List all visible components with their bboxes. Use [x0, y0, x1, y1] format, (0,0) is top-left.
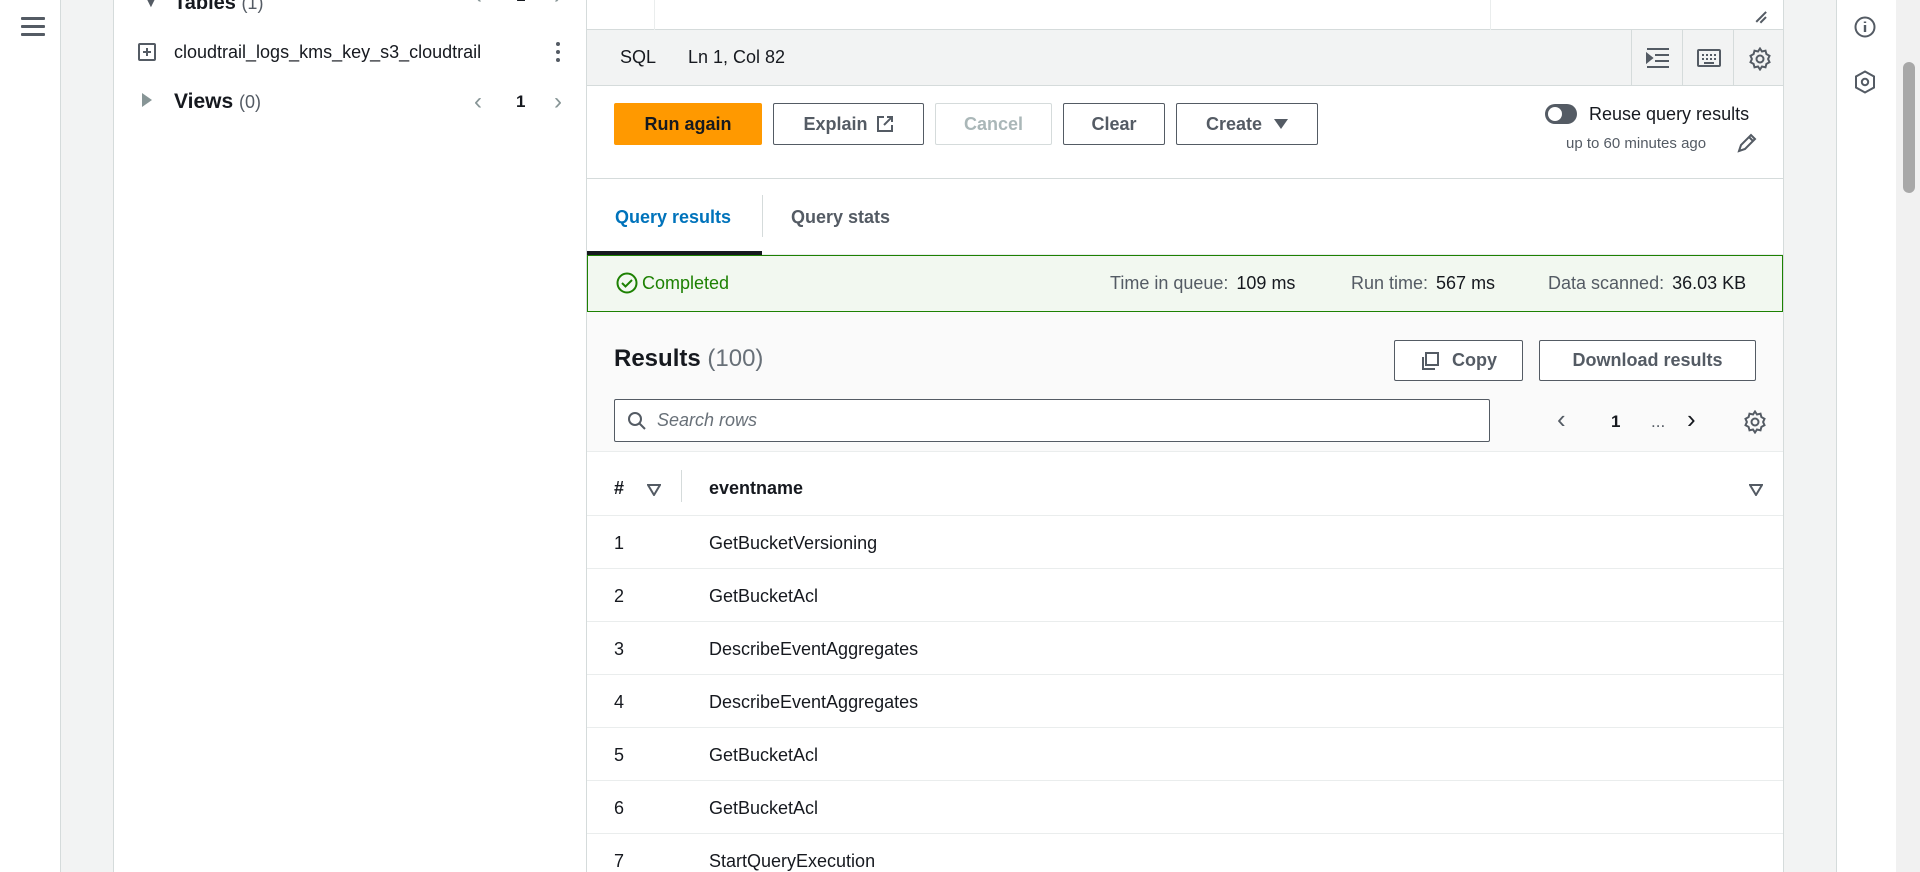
chevron-right-icon[interactable]: › — [1687, 404, 1696, 435]
table-row[interactable]: 3 DescribeEventAggregates — [587, 622, 1783, 675]
views-count: (0) — [239, 92, 261, 112]
table-header: # eventname — [587, 452, 1783, 516]
table-row[interactable]: 7 StartQueryExecution — [587, 834, 1783, 872]
layout-gutter — [61, 0, 114, 872]
format-query-icon[interactable] — [1631, 30, 1681, 86]
search-rows-field[interactable] — [614, 399, 1490, 442]
edit-pencil-icon[interactable] — [1737, 133, 1757, 153]
table-preferences-gear-icon[interactable] — [1743, 410, 1767, 434]
search-icon — [628, 412, 646, 430]
tab-query-stats[interactable]: Query stats — [791, 207, 890, 228]
sort-caret-icon[interactable] — [647, 484, 661, 496]
results-pagination: ‹ 1 ... › — [1557, 404, 1767, 440]
sort-caret-icon[interactable] — [1749, 484, 1763, 496]
hexagon-icon[interactable] — [1854, 70, 1876, 94]
results-tabs: Query results Query stats — [587, 179, 1783, 255]
caret-down-icon — [1274, 119, 1289, 129]
chevron-left-icon[interactable]: ‹ — [474, 88, 482, 116]
page-number[interactable]: 1 — [1611, 412, 1620, 432]
editor-language: SQL — [620, 47, 657, 67]
explain-label: Explain — [803, 113, 868, 134]
page-scrollbar[interactable] — [1896, 0, 1920, 872]
utility-strip — [1836, 0, 1896, 872]
hamburger-icon[interactable] — [21, 17, 45, 37]
column-header-eventname[interactable]: eventname — [709, 478, 803, 499]
results-count: (100) — [707, 345, 764, 372]
reuse-results-toggle[interactable] — [1545, 104, 1577, 124]
column-header-index[interactable]: # — [614, 478, 624, 499]
info-icon[interactable] — [1854, 16, 1876, 38]
copy-label: Copy — [1452, 350, 1497, 370]
create-label: Create — [1205, 113, 1263, 134]
results-title: Results (100) — [614, 345, 764, 372]
table-item[interactable]: cloudtrail_logs_kms_key_s3_cloudtrail — [114, 34, 586, 70]
keyboard-shortcuts-icon[interactable] — [1682, 30, 1732, 86]
chevron-right-icon[interactable]: › — [554, 88, 562, 116]
reuse-results-age: up to 60 minutes ago — [1566, 135, 1707, 152]
caret-down-icon: ▼ — [144, 0, 158, 10]
tables-pager: ‹ 1 › — [474, 0, 574, 10]
reuse-results-label: Reuse query results — [1589, 104, 1750, 124]
tables-count: (1) — [241, 0, 264, 13]
editor-status-bar: SQL Ln 1, Col 82 — [587, 30, 1783, 86]
cursor-position: Ln 1, Col 82 — [688, 47, 786, 67]
views-label: Views — [174, 90, 234, 113]
tables-section-header[interactable]: ▼ Tables (1) ‹ 1 › — [114, 0, 586, 14]
explain-button[interactable]: Explain — [773, 103, 924, 145]
query-actions: Run again Explain Cancel Clear Create Re… — [587, 86, 1783, 179]
views-section-header[interactable]: Views (0) ‹ 1 › — [114, 84, 586, 120]
download-results-button[interactable]: Download results — [1539, 340, 1756, 381]
side-nav-strip — [0, 0, 61, 872]
table-row[interactable]: 6 GetBucketAcl — [587, 781, 1783, 834]
cancel-button[interactable]: Cancel — [935, 103, 1052, 145]
views-page-number[interactable]: 1 — [516, 92, 525, 112]
tables-page-number[interactable]: 1 — [516, 0, 525, 6]
pagination-ellipsis: ... — [1651, 412, 1666, 431]
sql-editor[interactable] — [587, 0, 1783, 30]
table-row[interactable]: 4 DescribeEventAggregates — [587, 675, 1783, 728]
data-scanned: Data scanned: 36.03 KB — [1548, 273, 1747, 293]
time-in-queue: Time in queue: 109 ms — [1110, 273, 1296, 293]
chevron-left-icon[interactable]: ‹ — [1557, 404, 1566, 435]
copy-button[interactable]: Copy — [1394, 340, 1523, 381]
check-circle-icon — [616, 272, 638, 294]
table-row[interactable]: 1 GetBucketVersioning — [587, 516, 1783, 569]
tables-label: Tables — [174, 0, 236, 14]
scrollbar-thumb[interactable] — [1903, 62, 1915, 193]
resize-handle-icon[interactable] — [1753, 10, 1767, 24]
more-actions-icon[interactable] — [556, 42, 560, 62]
external-link-icon — [876, 116, 893, 132]
run-time: Run time: 567 ms — [1351, 273, 1496, 293]
editor-settings-gear-icon[interactable] — [1733, 30, 1783, 86]
table-name[interactable]: cloudtrail_logs_kms_key_s3_cloudtrail — [174, 42, 481, 63]
query-editor-column: SQL Ln 1, Col 82 Run again Explain Cance… — [587, 0, 1784, 872]
table-row[interactable]: 2 GetBucketAcl — [587, 569, 1783, 622]
schema-panel: ▼ Tables (1) ‹ 1 › cloudtrail_logs_kms_k… — [113, 0, 587, 872]
clear-button[interactable]: Clear — [1063, 103, 1165, 145]
chevron-right-icon[interactable]: › — [554, 0, 562, 10]
reuse-query-results: Reuse query results up to 60 minutes ago — [1545, 102, 1775, 162]
status-text: Completed — [642, 273, 730, 293]
caret-right-icon — [142, 93, 152, 107]
query-status-banner: Completed Time in queue: 109 ms Run time:… — [587, 255, 1783, 312]
expand-plus-icon[interactable] — [138, 43, 156, 61]
views-pager: ‹ 1 › — [474, 88, 574, 116]
copy-icon — [1422, 351, 1439, 370]
table-row[interactable]: 5 GetBucketAcl — [587, 728, 1783, 781]
results-header: Results (100) Copy Download results ‹ 1 … — [587, 312, 1783, 452]
create-dropdown-button[interactable]: Create — [1176, 103, 1318, 145]
run-again-button[interactable]: Run again — [614, 103, 762, 145]
search-rows-input[interactable] — [657, 402, 1477, 438]
chevron-left-icon[interactable]: ‹ — [474, 0, 482, 10]
tab-query-results[interactable]: Query results — [615, 207, 731, 228]
